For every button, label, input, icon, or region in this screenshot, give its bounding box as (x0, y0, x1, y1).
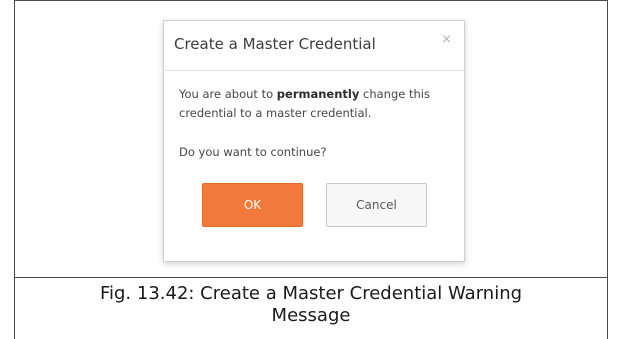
close-icon[interactable]: × (441, 33, 452, 46)
dialog-title: Create a Master Credential (174, 35, 376, 53)
dialog-message: You are about to permanently change this… (179, 85, 454, 123)
caption-line-2: Message (271, 305, 351, 326)
message-emphasis: permanently (276, 87, 360, 101)
message-prefix: You are about to (179, 87, 277, 101)
dialog-question: Do you want to continue? (179, 145, 327, 159)
dialog-header: Create a Master Credential × (164, 21, 464, 71)
ok-button[interactable]: OK (202, 183, 303, 227)
figure-separator (14, 277, 608, 278)
figure-caption: Fig. 13.42: Create a Master Credential W… (20, 283, 602, 327)
cancel-button[interactable]: Cancel (326, 183, 427, 227)
create-master-credential-dialog: Create a Master Credential × You are abo… (163, 20, 465, 262)
caption-line-1: Fig. 13.42: Create a Master Credential W… (99, 283, 523, 304)
